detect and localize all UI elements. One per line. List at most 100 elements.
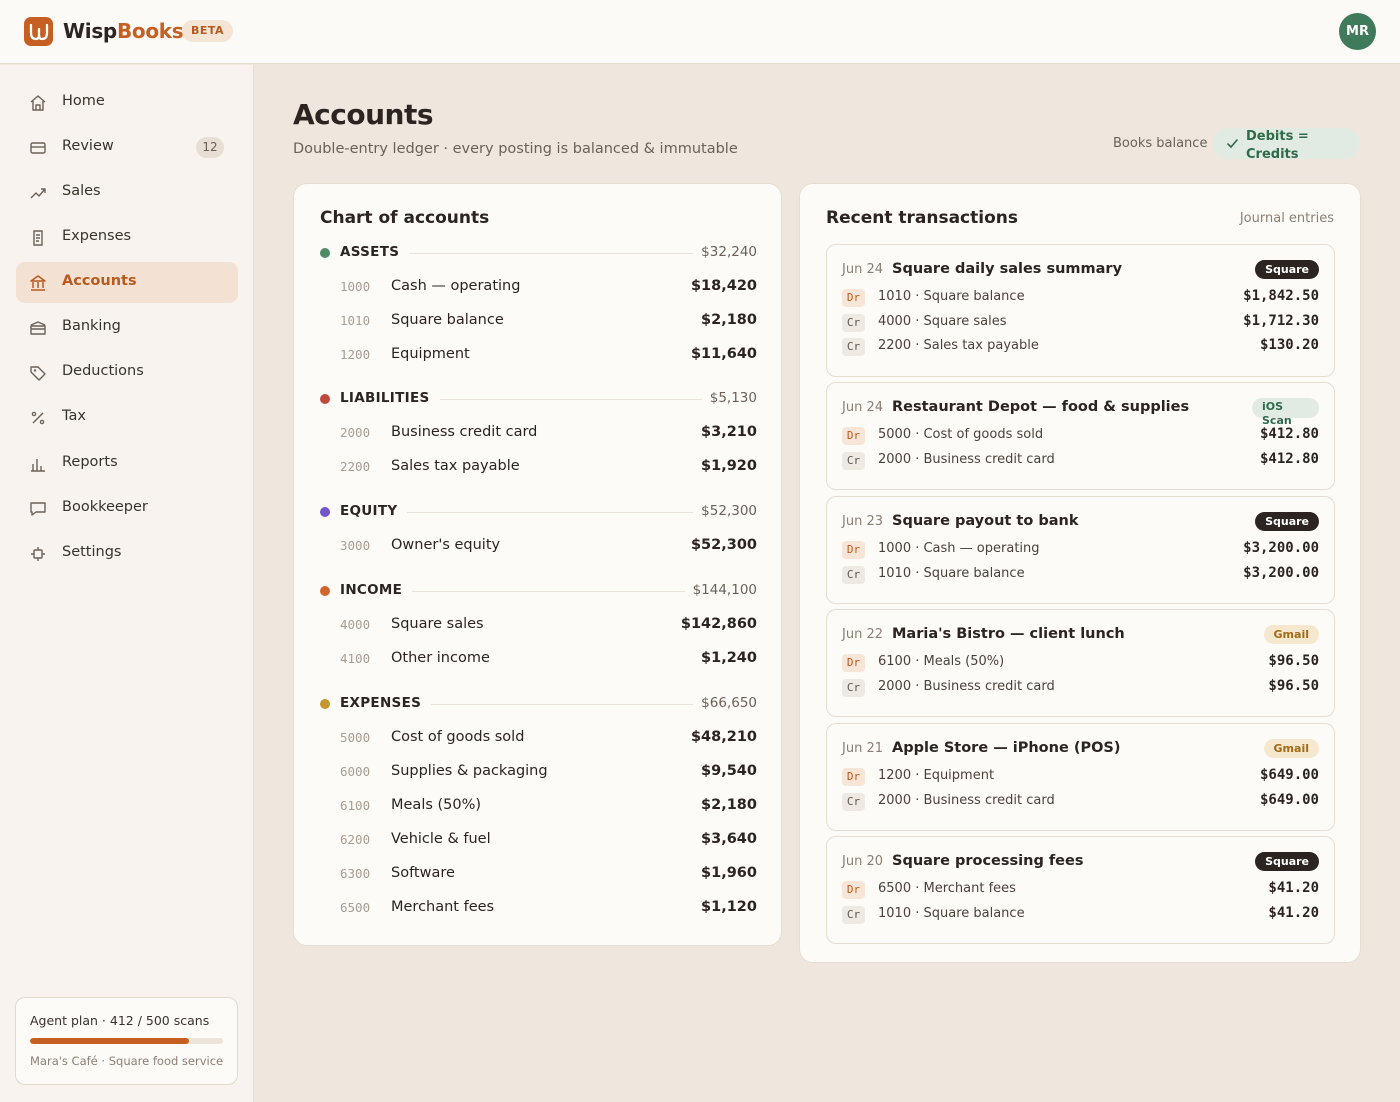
posting-amount: $96.50 [1268, 653, 1319, 669]
check-icon [1227, 139, 1238, 148]
posting-line: Dr 6100 · Meals (50%) $96.50 [842, 653, 1319, 673]
account-row[interactable]: 6500 Merchant fees $1,120 [320, 898, 757, 920]
home-icon [30, 95, 46, 111]
section-header[interactable]: EQUITY $52,300 [320, 503, 757, 523]
journal-entry[interactable]: Jun 21 Apple Store — iPhone (POS) Gmail Dr 1… [826, 723, 1335, 831]
sidebar-item-label: Reports [62, 454, 118, 470]
sidebar-item-label: Accounts [62, 273, 137, 289]
account-code: 4000 [340, 617, 371, 632]
posting-line: Cr 2000 · Business credit card $96.50 [842, 678, 1319, 698]
trend-icon [30, 188, 46, 199]
account-balance: $142,860 [680, 616, 757, 632]
top-bar: WispBooks BETA MR [0, 0, 1400, 64]
section-total: $66,650 [693, 695, 757, 711]
journal-entry[interactable]: Jun 24 Square daily sales summary Square Dr… [826, 244, 1335, 377]
section-name: EQUITY [340, 503, 408, 519]
sidebar-item-label: Banking [62, 318, 121, 334]
posting-line: Cr 4000 · Square sales $1,712.30 [842, 313, 1319, 333]
sidebar-item-review[interactable]: Review 12 [16, 127, 238, 168]
account-balance: $1,920 [701, 458, 757, 474]
recent-transactions-title: Recent transactions [826, 208, 1018, 228]
section-header[interactable]: ASSETS $32,240 [320, 244, 757, 264]
section-name: INCOME [340, 582, 413, 598]
sidebar-item-tax[interactable]: Tax [16, 397, 238, 438]
sidebar-item-banking[interactable]: Banking [16, 307, 238, 348]
journal-entry[interactable]: Jun 22 Maria's Bistro — client lunch Gmail… [826, 609, 1335, 717]
account-balance: $9,540 [701, 763, 757, 779]
journal-entries-link[interactable]: Journal entries [1240, 211, 1334, 226]
debit-badge: Dr [842, 768, 865, 786]
posting-amount: $649.00 [1259, 791, 1319, 808]
posting-account: 2200 · Sales tax payable [878, 338, 1039, 353]
posting-amount: $1,842.50 [1243, 288, 1319, 304]
account-name: Square balance [391, 312, 504, 328]
journal-entry[interactable]: Jun 23 Square payout to bank Square Dr 1000 … [826, 496, 1335, 604]
account-row[interactable]: 2000 Business credit card $3,210 [320, 423, 757, 445]
section-name: EXPENSES [340, 695, 432, 711]
posting-amount: $41.20 [1268, 880, 1319, 896]
account-code: 2000 [340, 425, 371, 440]
sidebar-item-settings[interactable]: Settings [16, 533, 238, 574]
sidebar-item-bookkeeper[interactable]: Bookkeeper [16, 488, 238, 529]
credit-badge: Cr [842, 451, 865, 470]
account-row[interactable]: 6100 Meals (50%) $2,180 [320, 796, 757, 818]
source-badge: Square [1255, 512, 1319, 531]
sidebar-item-reports[interactable]: Reports [16, 443, 238, 484]
posting-account: 1010 · Square balance [878, 565, 1025, 581]
sidebar-item-sales[interactable]: Sales [16, 172, 238, 213]
account-row[interactable]: 1000 Cash — operating $18,420 [320, 277, 757, 299]
section-header[interactable]: EXPENSES $66,650 [320, 695, 757, 715]
journal-entry[interactable]: Jun 20 Square processing fees Square Dr 6500… [826, 836, 1335, 944]
debit-badge: Dr [842, 427, 865, 445]
account-row[interactable]: 1200 Equipment $11,640 [320, 345, 757, 367]
sidebar-item-accounts[interactable]: Accounts [16, 262, 238, 303]
balance-status-pill: Debits = Credits [1213, 128, 1360, 162]
posting-line: Cr 2000 · Business credit card $412.80 [842, 451, 1319, 471]
sidebar-item-expenses[interactable]: Expenses [16, 217, 238, 258]
account-row[interactable]: 6200 Vehicle & fuel $3,640 [320, 830, 757, 852]
sidebar-item-home[interactable]: Home [16, 82, 238, 123]
section-total: $52,300 [693, 503, 757, 519]
account-code: 6200 [340, 832, 371, 847]
account-code: 1010 [340, 313, 371, 328]
account-name: Owner's equity [391, 537, 501, 553]
brand-name[interactable]: WispBooks [63, 19, 184, 43]
section-header[interactable]: INCOME $144,100 [320, 582, 757, 602]
account-row[interactable]: 1010 Square balance $2,180 [320, 311, 757, 333]
plan-usage-fill [30, 1038, 190, 1044]
account-row[interactable]: 4100 Other income $1,240 [320, 649, 757, 671]
account-code: 6000 [340, 764, 371, 779]
posting-amount: $3,200.00 [1243, 540, 1319, 556]
settings-icon [31, 547, 45, 561]
posting-line: Dr 1010 · Square balance $1,842.50 [842, 288, 1319, 308]
journal-entry[interactable]: Jun 24 Restaurant Depot — food & supplies… [826, 382, 1335, 490]
review-count-badge: 12 [196, 137, 224, 158]
debit-badge: Dr [842, 289, 865, 307]
account-row[interactable]: 2200 Sales tax payable $1,920 [320, 457, 757, 479]
account-name: Cash — operating [391, 278, 521, 294]
account-row[interactable]: 6300 Software $1,960 [320, 864, 757, 886]
account-row[interactable]: 3000 Owner's equity $52,300 [320, 536, 757, 558]
account-row[interactable]: 6000 Supplies & packaging $9,540 [320, 762, 757, 784]
account-code: 5000 [340, 730, 371, 745]
avatar[interactable]: MR [1339, 13, 1376, 50]
posting-line: Cr 1010 · Square balance $3,200.00 [842, 565, 1319, 585]
account-row[interactable]: 5000 Cost of goods sold $48,210 [320, 728, 757, 750]
logo-icon[interactable] [24, 17, 53, 46]
section-name: ASSETS [340, 244, 410, 260]
debit-badge: Dr [842, 654, 865, 672]
sidebar-item-deductions[interactable]: Deductions [16, 352, 238, 393]
account-balance: $3,640 [701, 831, 757, 847]
posting-amount: $130.20 [1259, 337, 1319, 353]
account-balance: $3,210 [701, 424, 757, 440]
credit-badge: Cr [842, 905, 865, 924]
section-header[interactable]: LIABILITIES $5,130 [320, 390, 757, 410]
credit-badge: Cr [842, 792, 865, 811]
account-row[interactable]: 4000 Square sales $142,860 [320, 615, 757, 637]
posting-line: Cr 1010 · Square balance $41.20 [842, 905, 1319, 925]
account-balance: $18,420 [690, 278, 757, 294]
plan-card[interactable]: Agent plan · 412 / 500 scans Mara's Café… [15, 997, 238, 1085]
sidebar-item-label: Sales [62, 183, 101, 199]
sidebar-item-label: Review [62, 138, 114, 154]
percent-icon [31, 411, 45, 425]
